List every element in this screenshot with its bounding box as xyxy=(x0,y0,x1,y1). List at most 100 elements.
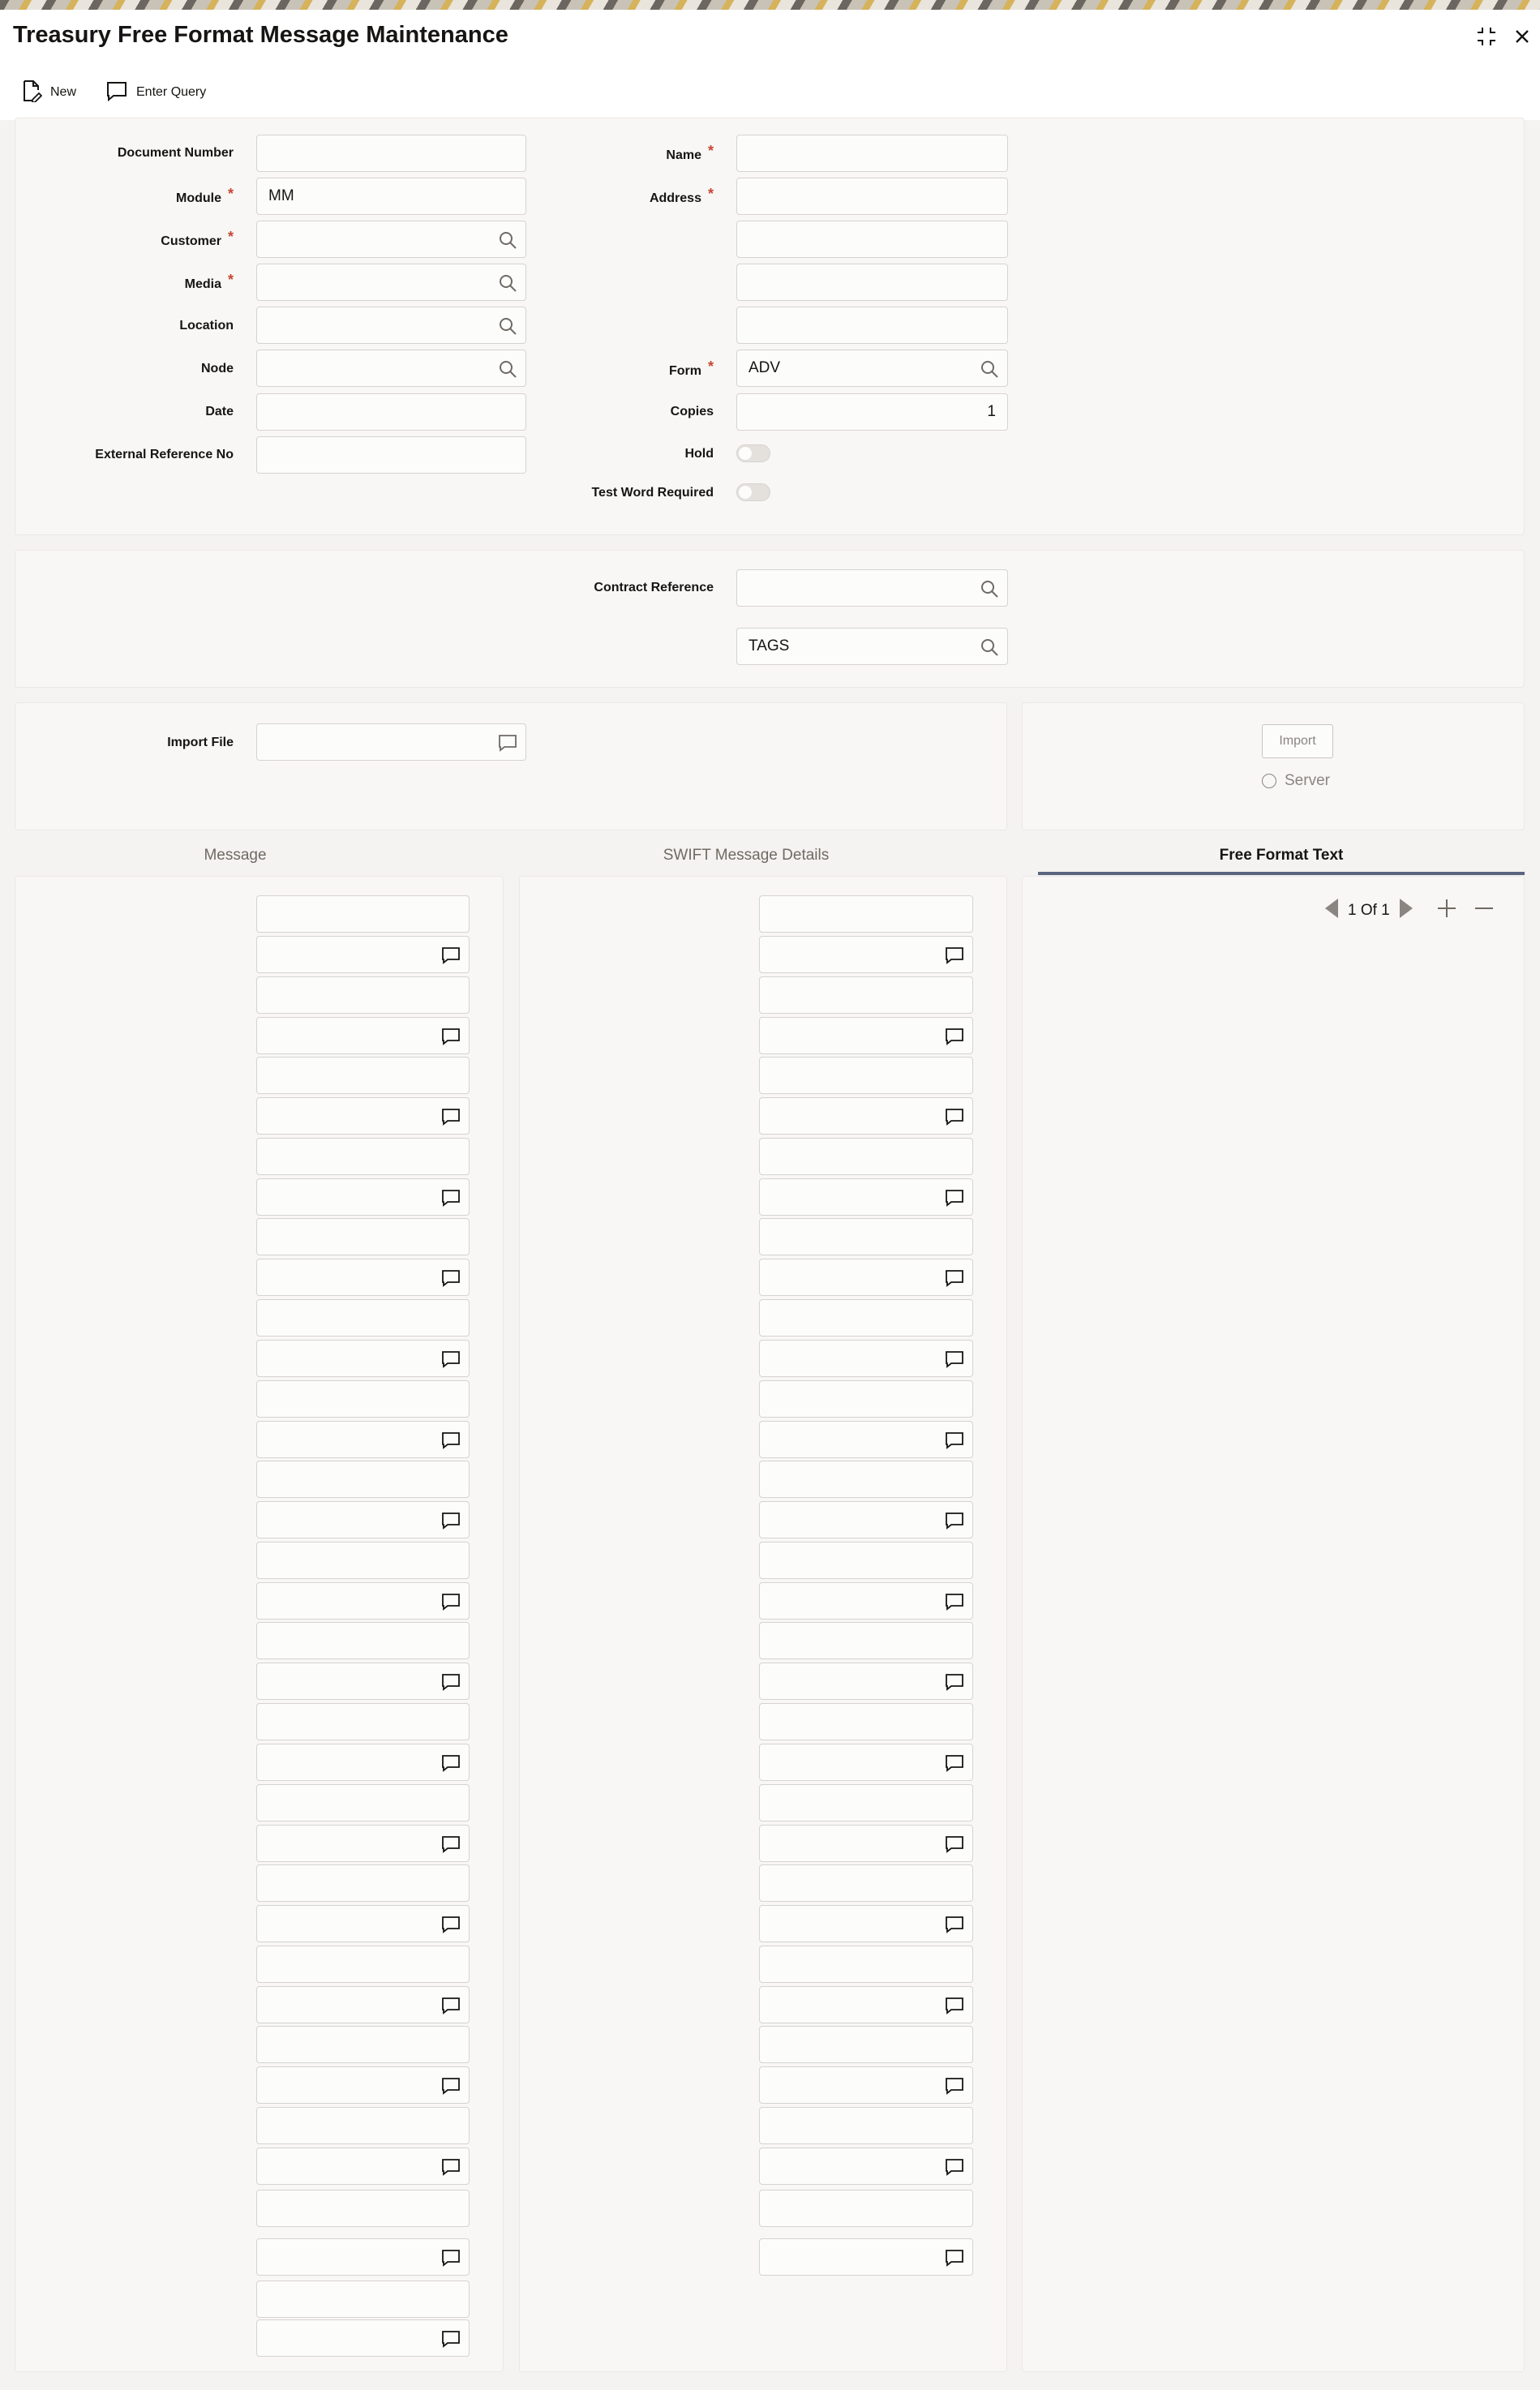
message-line-field[interactable] xyxy=(256,1825,470,1862)
message-line-field[interactable] xyxy=(256,1017,470,1054)
comment-icon[interactable] xyxy=(441,1431,461,1450)
message-line-field[interactable] xyxy=(256,1784,470,1821)
address-line-2-field[interactable] xyxy=(736,221,1008,258)
comment-icon[interactable] xyxy=(945,1592,964,1611)
message-line-field[interactable] xyxy=(256,1178,470,1216)
swift-line-field[interactable] xyxy=(759,1501,973,1538)
message-line-field[interactable] xyxy=(256,1380,470,1418)
message-line-field[interactable] xyxy=(256,1946,470,1983)
comment-icon[interactable] xyxy=(441,1996,461,2015)
comment-icon[interactable] xyxy=(441,1188,461,1208)
comment-icon[interactable] xyxy=(945,2248,964,2268)
tab-message[interactable]: Message xyxy=(16,835,454,876)
hold-toggle[interactable] xyxy=(736,444,770,462)
message-line-field[interactable] xyxy=(256,2319,470,2357)
swift-line-field[interactable] xyxy=(759,1380,973,1418)
swift-line-field[interactable] xyxy=(759,936,973,973)
swift-line-field[interactable] xyxy=(759,1744,973,1781)
swift-line-field[interactable] xyxy=(759,1784,973,1821)
comment-icon[interactable] xyxy=(441,2329,461,2349)
message-line-field[interactable] xyxy=(256,1663,470,1700)
message-line-field[interactable] xyxy=(256,2066,470,2104)
import-button[interactable]: Import xyxy=(1262,724,1333,758)
comment-icon[interactable] xyxy=(498,733,517,753)
server-radio[interactable]: Server xyxy=(1262,772,1330,790)
swift-line-field[interactable] xyxy=(759,1138,973,1175)
comment-icon[interactable] xyxy=(441,1915,461,1934)
message-line-field[interactable] xyxy=(256,2107,470,2144)
comment-icon[interactable] xyxy=(945,946,964,965)
swift-line-field[interactable] xyxy=(759,2148,973,2185)
comment-icon[interactable] xyxy=(441,2157,461,2177)
swift-line-field[interactable] xyxy=(759,1622,973,1659)
swift-line-field[interactable] xyxy=(759,1340,973,1377)
swift-line-field[interactable] xyxy=(759,2026,973,2063)
swift-line-field[interactable] xyxy=(759,1905,973,1942)
node-field[interactable] xyxy=(256,350,526,387)
module-field[interactable]: MM xyxy=(256,178,526,215)
message-line-field[interactable] xyxy=(256,1542,470,1579)
swift-line-field[interactable] xyxy=(759,1825,973,1862)
message-line-field[interactable] xyxy=(256,936,470,973)
swift-line-field[interactable] xyxy=(759,1097,973,1135)
comment-icon[interactable] xyxy=(945,1431,964,1450)
swift-line-field[interactable] xyxy=(759,1017,973,1054)
close-icon[interactable] xyxy=(1508,23,1536,50)
next-icon[interactable] xyxy=(1396,897,1416,925)
swift-line-field[interactable] xyxy=(759,2066,973,2104)
message-line-field[interactable] xyxy=(256,1097,470,1135)
location-field[interactable] xyxy=(256,307,526,344)
message-line-field[interactable] xyxy=(256,1259,470,1296)
swift-line-field[interactable] xyxy=(759,1259,973,1296)
comment-icon[interactable] xyxy=(945,1834,964,1854)
address-line-1-field[interactable] xyxy=(736,178,1008,215)
maximize-icon[interactable] xyxy=(1473,23,1500,50)
form-field[interactable]: ADV xyxy=(736,350,1008,387)
comment-icon[interactable] xyxy=(945,1349,964,1369)
message-line-field[interactable] xyxy=(256,1703,470,1740)
comment-icon[interactable] xyxy=(441,1107,461,1126)
swift-line-field[interactable] xyxy=(759,1582,973,1620)
media-field[interactable] xyxy=(256,264,526,301)
message-line-field[interactable] xyxy=(256,1340,470,1377)
swift-line-field[interactable] xyxy=(759,895,973,933)
swift-line-field[interactable] xyxy=(759,1421,973,1458)
swift-line-field[interactable] xyxy=(759,1986,973,2023)
message-line-field[interactable] xyxy=(256,2238,470,2276)
external-reference-no-field[interactable] xyxy=(256,436,526,474)
tab-swift-message-details[interactable]: SWIFT Message Details xyxy=(519,835,973,876)
new-button[interactable]: New xyxy=(21,79,76,105)
tags-field[interactable]: TAGS xyxy=(736,628,1008,665)
message-line-field[interactable] xyxy=(256,1057,470,1094)
message-line-field[interactable] xyxy=(256,1461,470,1498)
swift-line-field[interactable] xyxy=(759,2107,973,2144)
tab-free-format-text[interactable]: Free Format Text xyxy=(1038,835,1525,876)
message-line-field[interactable] xyxy=(256,1986,470,2023)
date-field[interactable] xyxy=(256,393,526,431)
comment-icon[interactable] xyxy=(441,2248,461,2268)
message-line-field[interactable] xyxy=(256,1622,470,1659)
message-line-field[interactable] xyxy=(256,1299,470,1337)
comment-icon[interactable] xyxy=(441,1834,461,1854)
test-word-required-toggle[interactable] xyxy=(736,483,770,501)
message-line-field[interactable] xyxy=(256,2148,470,2185)
comment-icon[interactable] xyxy=(441,946,461,965)
swift-line-field[interactable] xyxy=(759,1663,973,1700)
document-number-field[interactable] xyxy=(256,135,526,172)
comment-icon[interactable] xyxy=(441,1268,461,1288)
message-line-field[interactable] xyxy=(256,1138,470,1175)
comment-icon[interactable] xyxy=(441,1511,461,1530)
remove-icon[interactable] xyxy=(1473,897,1495,925)
message-line-field[interactable] xyxy=(256,1421,470,1458)
swift-line-field[interactable] xyxy=(759,976,973,1014)
comment-icon[interactable] xyxy=(945,1753,964,1773)
comment-icon[interactable] xyxy=(441,1672,461,1692)
import-file-field[interactable] xyxy=(256,723,526,761)
search-icon[interactable] xyxy=(498,230,517,250)
swift-line-field[interactable] xyxy=(759,1542,973,1579)
swift-line-field[interactable] xyxy=(759,1057,973,1094)
message-line-field[interactable] xyxy=(256,1864,470,1902)
comment-icon[interactable] xyxy=(945,1027,964,1046)
message-line-field[interactable] xyxy=(256,1218,470,1255)
swift-line-field[interactable] xyxy=(759,1299,973,1337)
